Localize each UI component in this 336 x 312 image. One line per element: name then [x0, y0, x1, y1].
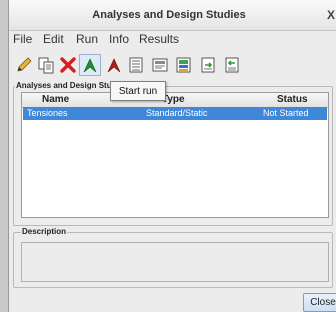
row-type: Standard/Static — [146, 108, 208, 118]
table-header: Name Type Status — [22, 93, 328, 108]
menu-bar: File Edit Run Info Results — [9, 30, 336, 50]
edit-pencil-icon[interactable] — [13, 54, 35, 76]
window-close-icon[interactable]: X — [327, 8, 335, 22]
list-icon[interactable] — [125, 54, 147, 76]
analyses-dialog: Analyses and Design Studies X File Edit … — [8, 0, 336, 312]
description-field[interactable] — [21, 242, 329, 282]
menu-results[interactable]: Results — [139, 32, 179, 46]
menu-info[interactable]: Info — [109, 32, 129, 46]
export-icon[interactable] — [197, 54, 219, 76]
close-button[interactable]: Close — [303, 293, 336, 312]
display-icon[interactable] — [149, 54, 171, 76]
row-status: Not Started — [263, 108, 309, 118]
results-icon[interactable] — [173, 54, 195, 76]
copy-icon[interactable] — [35, 54, 57, 76]
delete-x-icon[interactable] — [57, 54, 79, 76]
description-label: Description — [21, 227, 68, 236]
studies-table[interactable]: Name Type Status Tensiones Standard/Stat… — [21, 92, 329, 218]
menu-file[interactable]: File — [13, 32, 32, 46]
window-title: Analyses and Design Studies — [92, 9, 246, 21]
column-header-status[interactable]: Status — [277, 94, 308, 105]
stop-run-flag-icon[interactable] — [103, 54, 125, 76]
row-name: Tensiones — [27, 108, 68, 118]
import-icon[interactable] — [221, 54, 243, 76]
column-header-name[interactable]: Name — [42, 94, 69, 105]
start-run-tooltip: Start run — [110, 81, 166, 101]
table-row[interactable]: Tensiones Standard/Static Not Started — [23, 107, 327, 120]
title-bar[interactable]: Analyses and Design Studies X — [9, 0, 336, 31]
start-run-flag-icon[interactable] — [79, 54, 101, 76]
menu-run[interactable]: Run — [76, 32, 98, 46]
menu-edit[interactable]: Edit — [43, 32, 64, 46]
